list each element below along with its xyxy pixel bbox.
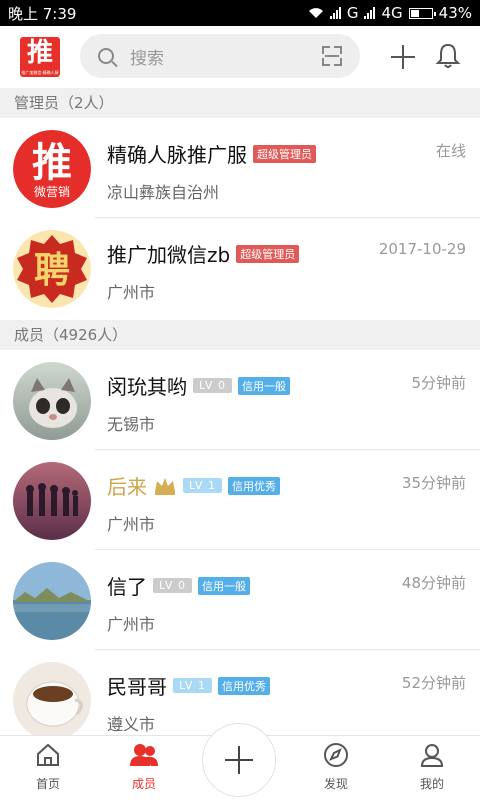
member-location: 广州市 [107,283,156,302]
status-bar: 晚上 7:39 G 4G 43% [0,0,480,26]
member-location: 无锡市 [107,415,156,434]
member-name: 精确人脉推广服 [107,143,247,167]
crown-icon [155,477,175,495]
level-badge: LV 1 [183,478,222,493]
nav-home-label: 首页 [35,777,60,791]
member-location: 广州市 [107,515,156,534]
name-line: 精确人脉推广服 超级管理员 [107,139,316,168]
admin-row[interactable]: 推 微营销 精确人脉推广服 超级管理员 凉山彝族自治州 在线 [0,118,480,218]
level-badge: LV 1 [173,678,212,693]
nav-profile-label: 我的 [419,777,444,791]
nav-members[interactable]: 成员 [114,742,174,792]
avatar: 聘 [13,230,91,308]
member-time: 52分钟前 [401,674,466,692]
name-line: 闵玧其哟 LV 0 信用一般 [107,371,290,400]
name-line: 民哥哥 LV 1 信用优秀 [107,671,270,700]
member-time: 5分钟前 [411,374,466,392]
avatar: 推 微营销 [13,130,91,208]
status-time: 晚上 7:39 [8,4,77,23]
avatar-subtext: 微营销 [34,185,70,199]
credit-badge: 信用优秀 [217,676,270,695]
search-bar[interactable]: 搜索 [80,34,360,78]
nav-discover-label: 发现 [323,777,348,791]
member-time: 2017-10-29 [378,240,466,258]
home-icon [37,743,59,766]
member-row[interactable]: 后来 LV 1 信用优秀 广州市 35分钟前 [0,450,480,550]
nav-profile[interactable]: 我的 [402,742,462,792]
member-row[interactable]: 闵玧其哟 LV 0 信用一般 无锡市 5分钟前 [0,350,480,450]
avatar-text: 推 [32,140,72,186]
nav-members-label: 成员 [131,777,156,791]
member-location: 遵义市 [107,715,156,734]
logo-text: 推 [26,38,53,68]
name-line: 推广加微信zb 超级管理员 [107,239,300,268]
avatar [13,362,91,440]
plus-icon[interactable] [202,723,276,797]
signal-icon [329,7,341,19]
member-name: 推广加微信zb [107,243,231,267]
bell-icon[interactable] [435,42,461,70]
admin-badge: 超级管理员 [236,244,300,263]
members-icon [130,744,158,766]
admins-section-title: 管理员（2人） [0,88,480,118]
member-location: 广州市 [107,615,156,634]
profile-icon [420,744,444,767]
battery-percent: 43% [438,4,472,22]
admin-badge: 超级管理员 [253,144,316,163]
avatar [13,562,91,640]
network-type-2: 4G [381,4,403,22]
search-icon [98,48,114,64]
admin-row[interactable]: 聘 推广加微信zb 超级管理员 广州市 2017-10-29 [0,218,480,318]
battery-icon [408,7,436,19]
credit-badge: 信用一般 [197,576,250,595]
compass-icon [324,743,348,767]
scan-icon[interactable] [322,46,342,66]
member-name: 信了 [107,575,147,599]
name-line: 信了 LV 0 信用一般 [107,571,250,600]
bottom-nav: 首页 成员 发现 我的 [0,723,480,800]
name-line: 后来 LV 1 信用优秀 [107,471,280,500]
logo-subtext: 推广加微信·精确人脉 [21,70,59,75]
member-time: 在线 [435,142,466,160]
avatar-text: 聘 [34,250,70,291]
avatar [13,462,91,540]
avatar [13,662,91,735]
member-location: 凉山彝族自治州 [107,183,220,202]
wifi-icon [308,8,323,18]
signal-icon-2 [364,7,376,19]
plus-icon[interactable] [391,45,415,69]
search-placeholder: 搜索 [130,48,164,69]
status-indicators: G 4G 43% [308,4,472,22]
network-type: G [346,4,359,22]
credit-badge: 信用优秀 [227,476,280,495]
level-badge: LV 0 [153,578,192,593]
member-time: 48分钟前 [401,574,466,592]
members-section-title: 成员（4926人） [0,320,480,350]
nav-discover[interactable]: 发现 [306,742,366,792]
member-name: 闵玧其哟 [107,375,187,399]
app-logo[interactable]: 推 推广加微信·精确人脉 [20,37,60,77]
member-name: 后来 [107,475,147,499]
member-row[interactable]: 信了 LV 0 信用一般 广州市 48分钟前 [0,550,480,650]
member-name: 民哥哥 [107,675,167,699]
credit-badge: 信用一般 [237,376,290,395]
level-badge: LV 0 [193,378,232,393]
app-header: 推 推广加微信·精确人脉 搜索 [0,26,480,88]
member-time: 35分钟前 [401,474,466,492]
nav-home[interactable]: 首页 [18,742,78,792]
